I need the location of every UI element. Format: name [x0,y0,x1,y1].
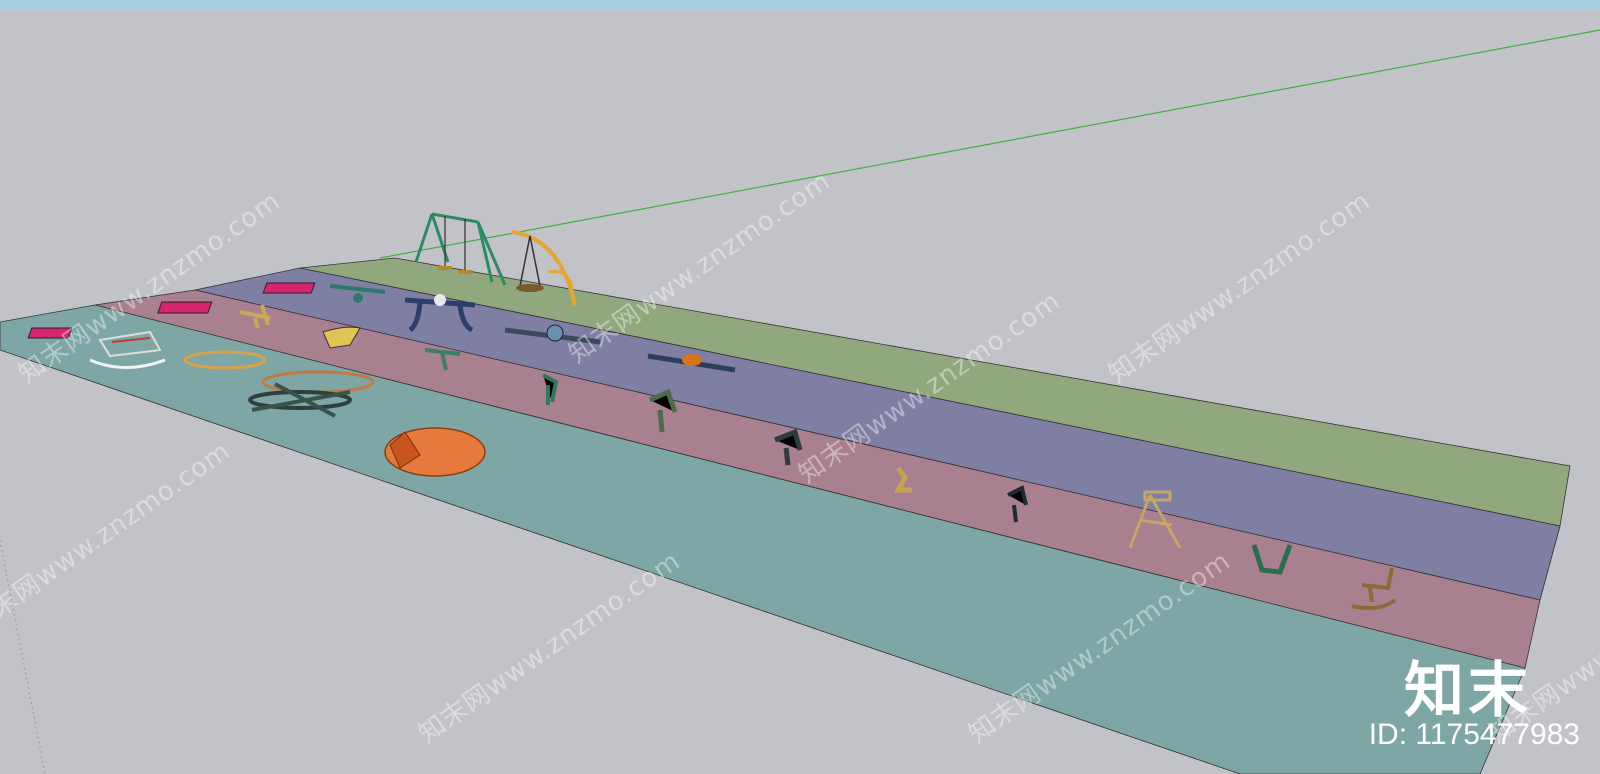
image-id-label: ID: 1175477983 [1368,718,1580,751]
green-axis-line [379,29,1600,259]
brand-logo: 知末 [1404,656,1532,726]
blue-axis-line [0,539,46,774]
egg-shelter-model[interactable] [384,427,486,477]
3d-scene[interactable] [0,0,1600,774]
modeling-viewport[interactable]: 知末网www.znzmo.com 知末网www.znzmo.com 知末网www… [0,0,1600,774]
